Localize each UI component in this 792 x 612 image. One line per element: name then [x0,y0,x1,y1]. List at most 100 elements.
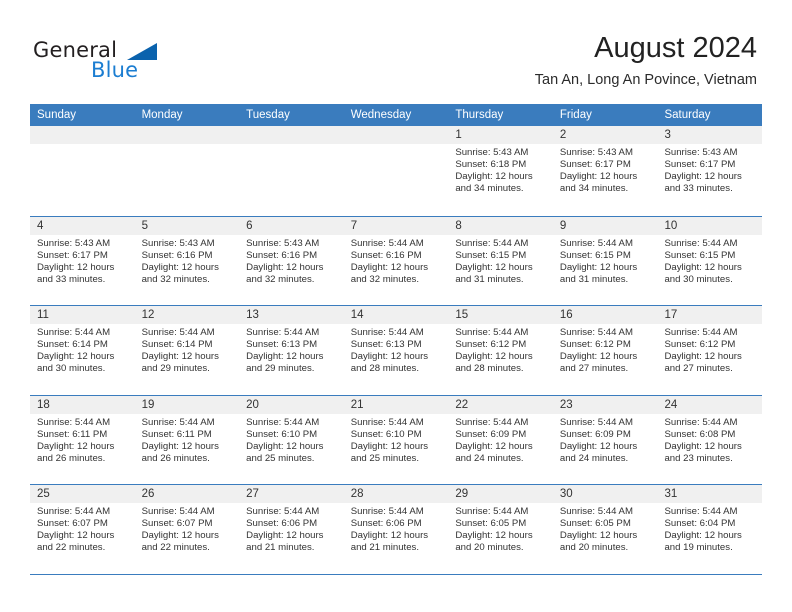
sunset-text: Sunset: 6:16 PM [350,249,422,261]
daylight-text-line2: and 20 minutes. [455,542,524,554]
day-cell[interactable]: 23 Sunrise: 5:44 AM Sunset: 6:09 PM Dayl… [552,395,658,484]
sunrise-text: Sunrise: 5:44 AM [664,327,738,338]
day-cell[interactable]: 5 Sunrise: 5:43 AM Sunset: 6:16 PM Dayli… [134,216,240,305]
daylight-text-line2: and 32 minutes. [350,273,420,285]
day-details: Sunrise: 5:44 AM Sunset: 6:14 PM Dayligh… [30,324,135,375]
day-number: 27 [239,485,344,503]
day-cell[interactable]: 3 Sunrise: 5:43 AM Sunset: 6:17 PM Dayli… [657,126,763,216]
day-cell[interactable]: 24 Sunrise: 5:44 AM Sunset: 6:08 PM Dayl… [657,395,763,484]
sunrise-text: Sunrise: 5:44 AM [559,237,633,249]
day-details: Sunrise: 5:44 AM Sunset: 6:12 PM Dayligh… [553,324,658,375]
day-cell[interactable]: 19 Sunrise: 5:44 AM Sunset: 6:11 PM Dayl… [134,395,240,484]
day-details: Sunrise: 5:44 AM Sunset: 6:16 PM Dayligh… [344,235,449,286]
daylight-text-line2: and 26 minutes. [141,452,210,464]
day-details: Sunrise: 5:44 AM Sunset: 6:12 PM Dayligh… [657,324,762,375]
day-cell[interactable]: 10 Sunrise: 5:44 AM Sunset: 6:15 PM Dayl… [657,216,763,305]
day-cell[interactable]: 4 Sunrise: 5:43 AM Sunset: 6:17 PM Dayli… [30,216,135,305]
day-cell-empty [343,126,449,216]
sunset-text: Sunset: 6:10 PM [350,428,422,440]
weekday-header-monday: Monday [141,109,183,121]
sunrise-text: Sunrise: 5:44 AM [37,327,111,338]
day-details: Sunrise: 5:43 AM Sunset: 6:17 PM Dayligh… [553,144,658,195]
day-cell[interactable]: 14 Sunrise: 5:44 AM Sunset: 6:13 PM Dayl… [343,306,449,395]
daylight-text-line2: and 30 minutes. [664,273,733,285]
day-details: Sunrise: 5:44 AM Sunset: 6:11 PM Dayligh… [135,414,240,465]
day-cell[interactable]: 30 Sunrise: 5:44 AM Sunset: 6:05 PM Dayl… [552,485,658,574]
sunrise-text: Sunrise: 5:44 AM [37,416,111,428]
sunset-text: Sunset: 6:05 PM [559,518,631,530]
daylight-text-line2: and 31 minutes. [559,273,629,285]
daylight-text-line2: and 21 minutes. [350,542,420,554]
sunrise-text: Sunrise: 5:43 AM [664,147,738,158]
day-number: 10 [657,216,763,235]
daylight-text-line2: and 24 minutes. [455,452,524,464]
sunset-text: Sunset: 6:11 PM [37,428,108,440]
sunrise-text: Sunrise: 5:44 AM [350,416,424,428]
calendar-grid: Sunday Monday Tuesday Wednesday Thursday… [30,104,763,575]
sunrise-text: Sunrise: 5:44 AM [455,416,529,428]
day-cell[interactable]: 25 Sunrise: 5:44 AM Sunset: 6:07 PM Dayl… [30,485,135,574]
day-cell[interactable]: 21 Sunrise: 5:44 AM Sunset: 6:10 PM Dayl… [343,395,449,484]
sunset-text: Sunset: 6:15 PM [455,249,527,261]
sunset-text: Sunset: 6:14 PM [141,339,213,351]
day-number [30,126,135,144]
daylight-text-line2: and 31 minutes. [455,273,524,285]
day-cell[interactable]: 6 Sunrise: 5:43 AM Sunset: 6:16 PM Dayli… [239,216,344,305]
weekday-header-saturday: Saturday [664,109,711,121]
daylight-text-line1: Daylight: 12 hours [664,171,742,183]
day-cell[interactable]: 1 Sunrise: 5:43 AM Sunset: 6:18 PM Dayli… [448,126,553,216]
sunrise-text: Sunrise: 5:44 AM [664,237,738,249]
day-details: Sunrise: 5:44 AM Sunset: 6:15 PM Dayligh… [657,235,762,286]
day-cell[interactable]: 22 Sunrise: 5:44 AM Sunset: 6:09 PM Dayl… [448,395,553,484]
day-cell[interactable]: 29 Sunrise: 5:44 AM Sunset: 6:05 PM Dayl… [448,485,553,574]
day-cell[interactable]: 17 Sunrise: 5:44 AM Sunset: 6:12 PM Dayl… [657,306,763,395]
daylight-text-line1: Daylight: 12 hours [141,351,219,363]
sunset-text: Sunset: 6:15 PM [664,249,736,261]
day-cell[interactable]: 16 Sunrise: 5:44 AM Sunset: 6:12 PM Dayl… [552,306,658,395]
day-number: 23 [552,395,658,414]
day-cell[interactable]: 20 Sunrise: 5:44 AM Sunset: 6:10 PM Dayl… [239,395,344,484]
day-cell[interactable]: 2 Sunrise: 5:43 AM Sunset: 6:17 PM Dayli… [552,126,658,216]
day-number: 8 [448,216,553,235]
daylight-text-line1: Daylight: 12 hours [246,261,324,273]
daylight-text-line2: and 23 minutes. [664,452,733,464]
day-cell[interactable]: 27 Sunrise: 5:44 AM Sunset: 6:06 PM Dayl… [239,485,344,574]
daylight-text-line1: Daylight: 12 hours [455,440,533,452]
daylight-text-line1: Daylight: 12 hours [246,530,324,542]
day-cell[interactable]: 7 Sunrise: 5:44 AM Sunset: 6:16 PM Dayli… [343,216,449,305]
sunset-text: Sunset: 6:11 PM [141,428,212,440]
day-cell[interactable]: 9 Sunrise: 5:44 AM Sunset: 6:15 PM Dayli… [552,216,658,305]
day-details: Sunrise: 5:44 AM Sunset: 6:12 PM Dayligh… [448,324,553,375]
day-cell-empty [239,126,344,216]
daylight-text-line1: Daylight: 12 hours [246,351,324,363]
sunset-text: Sunset: 6:17 PM [664,159,736,171]
weekday-header-tuesday: Tuesday [246,109,290,121]
day-cell[interactable]: 26 Sunrise: 5:44 AM Sunset: 6:07 PM Dayl… [134,485,240,574]
daylight-text-line2: and 26 minutes. [37,452,106,464]
sunrise-text: Sunrise: 5:44 AM [664,506,738,517]
day-cell[interactable]: 15 Sunrise: 5:44 AM Sunset: 6:12 PM Dayl… [448,306,553,395]
day-cell-empty [134,126,240,216]
weekday-header-sunday: Sunday [37,109,77,121]
day-cell[interactable]: 18 Sunrise: 5:44 AM Sunset: 6:11 PM Dayl… [30,395,135,484]
sunrise-text: Sunrise: 5:44 AM [141,327,215,338]
day-cell[interactable]: 31 Sunrise: 5:44 AM Sunset: 6:04 PM Dayl… [657,485,763,574]
sunrise-text: Sunrise: 5:44 AM [350,327,424,338]
day-cell[interactable]: 12 Sunrise: 5:44 AM Sunset: 6:14 PM Dayl… [134,306,240,395]
daylight-text-line1: Daylight: 12 hours [37,440,115,452]
sunrise-text: Sunrise: 5:43 AM [246,237,320,249]
sunrise-text: Sunrise: 5:43 AM [455,147,529,158]
daylight-text-line2: and 29 minutes. [246,363,315,375]
daylight-text-line2: and 32 minutes. [141,273,210,285]
day-details: Sunrise: 5:44 AM Sunset: 6:13 PM Dayligh… [344,324,449,375]
sunset-text: Sunset: 6:05 PM [455,518,527,530]
day-cell[interactable]: 13 Sunrise: 5:44 AM Sunset: 6:13 PM Dayl… [239,306,344,395]
sunrise-text: Sunrise: 5:44 AM [350,237,424,249]
day-cell[interactable]: 28 Sunrise: 5:44 AM Sunset: 6:06 PM Dayl… [343,485,449,574]
day-details: Sunrise: 5:44 AM Sunset: 6:09 PM Dayligh… [553,414,658,465]
day-cell[interactable]: 8 Sunrise: 5:44 AM Sunset: 6:15 PM Dayli… [448,216,553,305]
day-number: 15 [448,306,553,324]
day-number: 25 [30,485,135,503]
day-cell[interactable]: 11 Sunrise: 5:44 AM Sunset: 6:14 PM Dayl… [30,306,135,395]
daylight-text-line1: Daylight: 12 hours [664,530,742,542]
